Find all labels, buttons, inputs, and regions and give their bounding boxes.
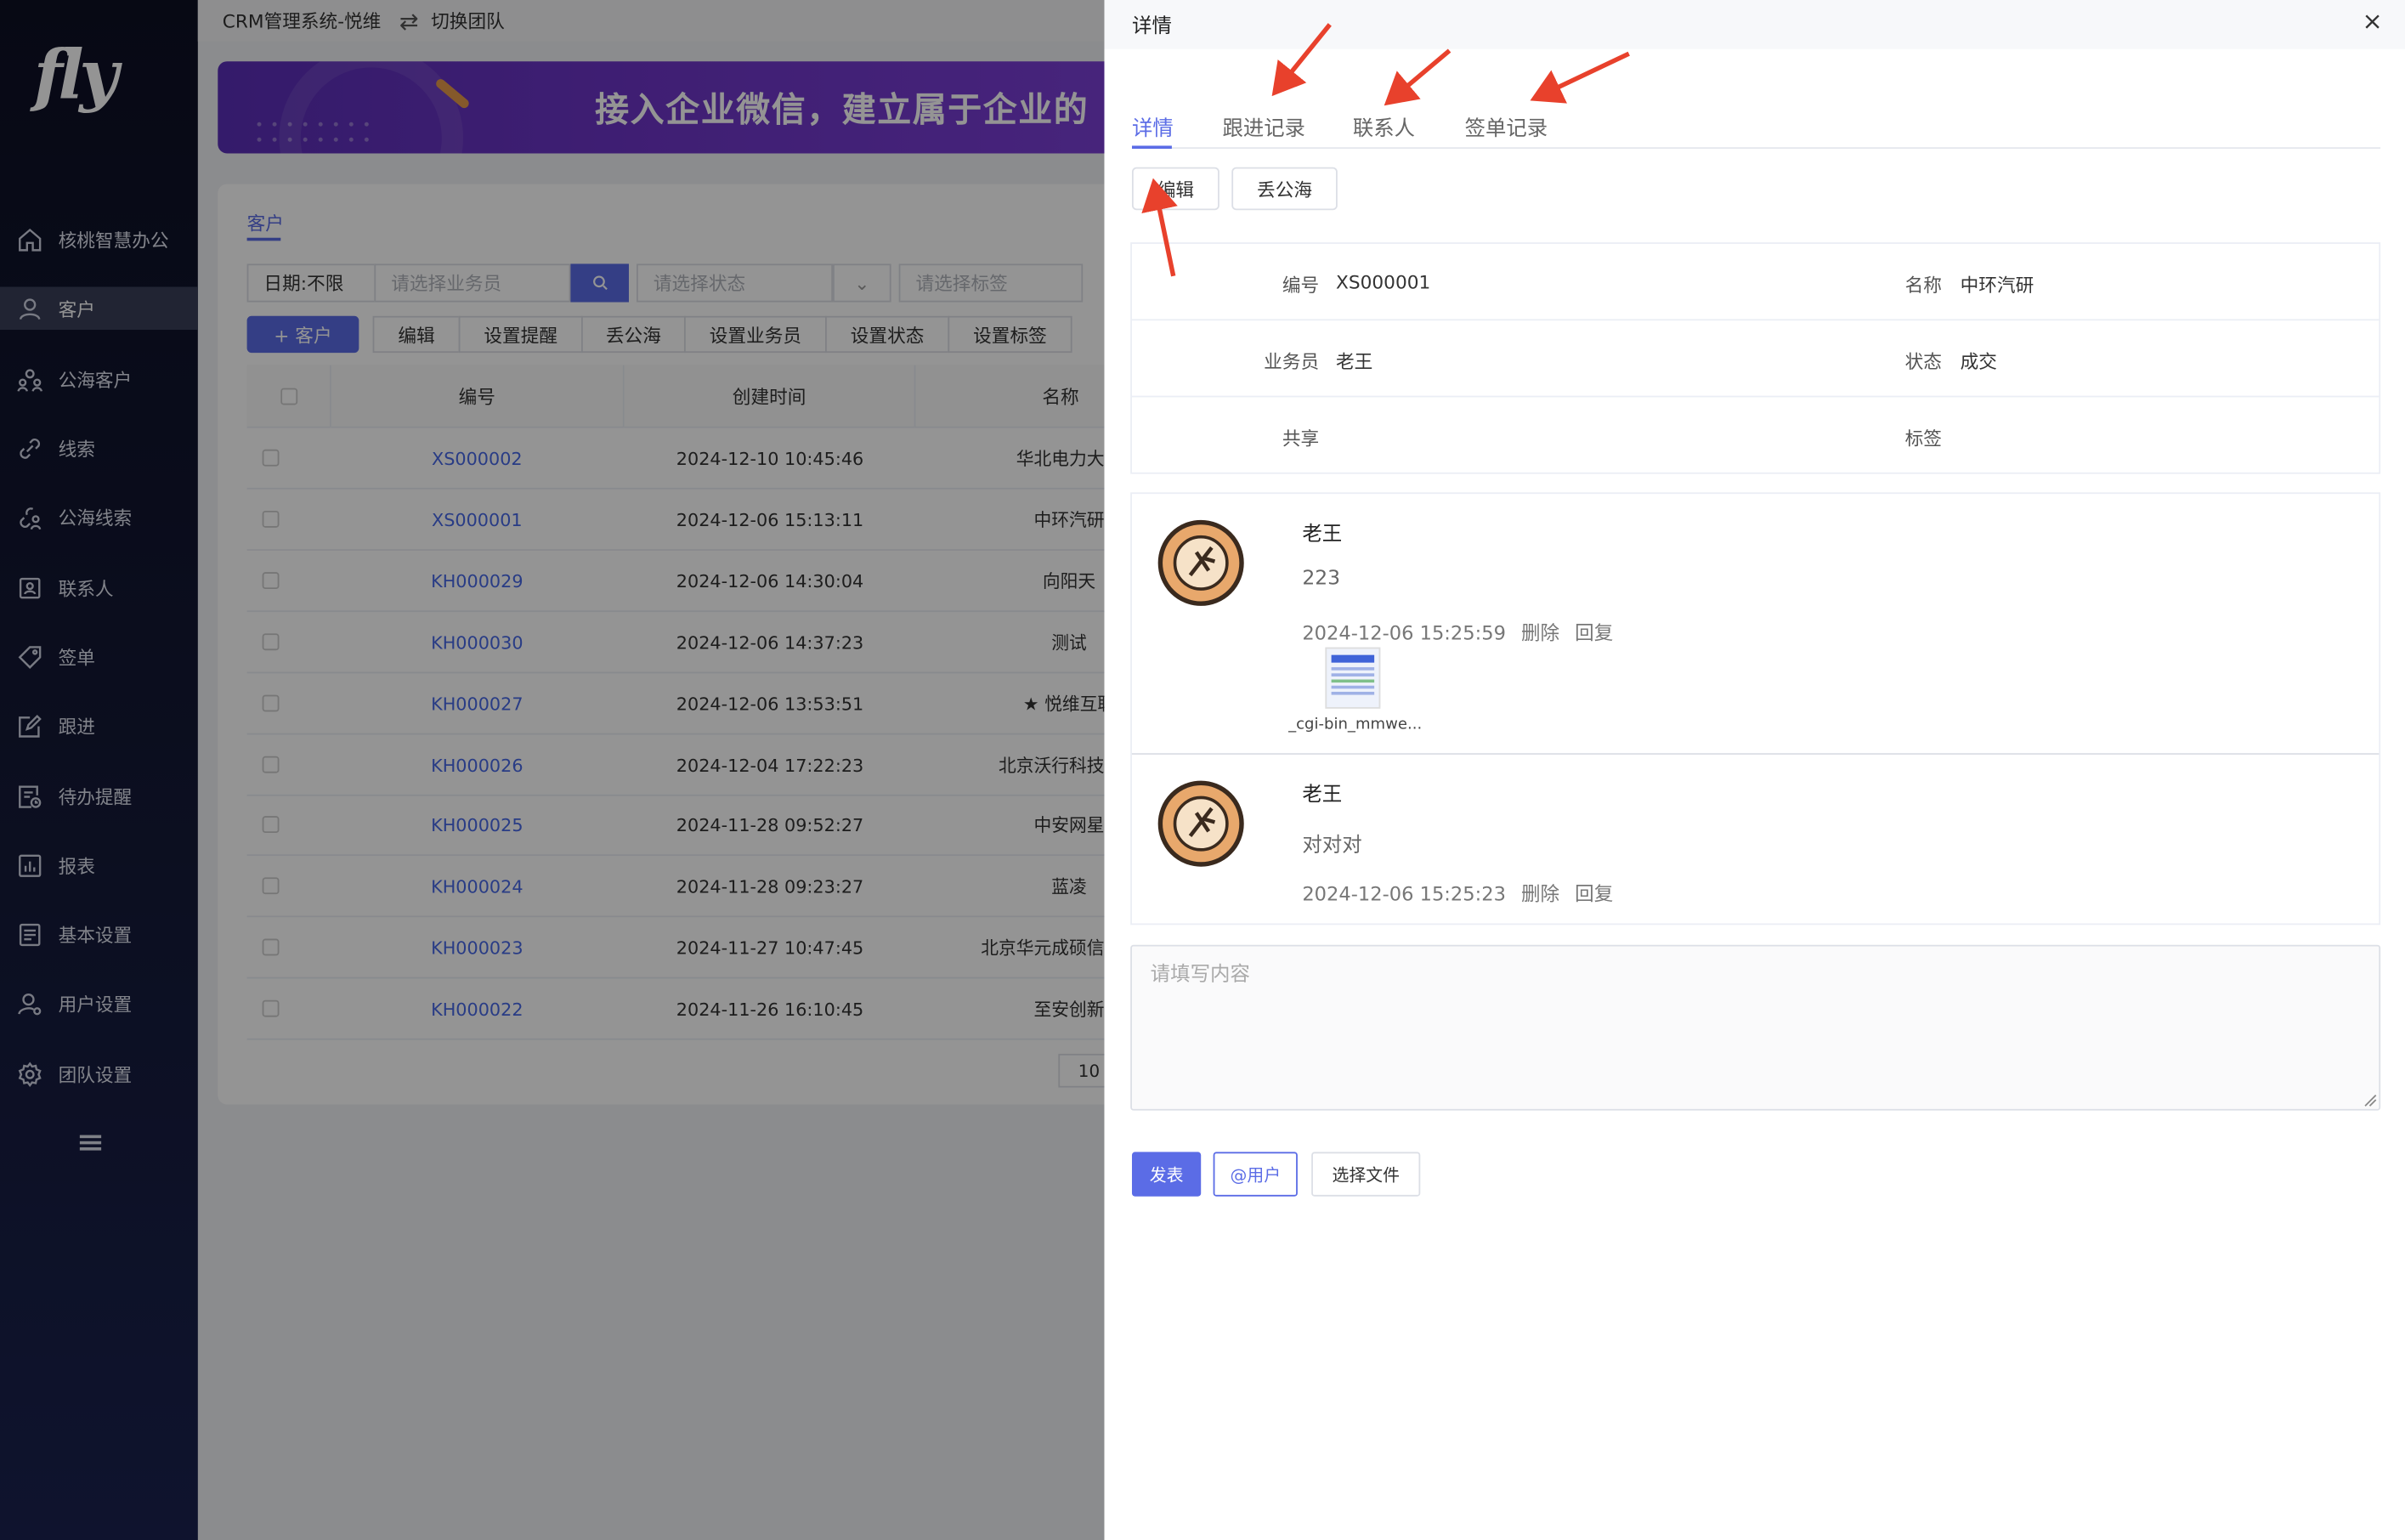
delete-link[interactable]: 删除 (1521, 621, 1559, 644)
salesman-value: 老王 (1336, 351, 1373, 373)
mention-user-button[interactable]: @用户 (1213, 1152, 1298, 1197)
status-label: 状态 (1904, 351, 1942, 373)
drawer-header: 详情 × (1104, 0, 2405, 49)
comment-divider (1131, 753, 2380, 755)
tag-label: 标签 (1904, 427, 1942, 450)
drawer-title: 详情 (1131, 15, 1172, 39)
tab-deal-records[interactable]: 签单记录 (1465, 110, 1548, 141)
comment-time: 2024-12-06 15:25:59 (1302, 620, 1506, 645)
comment-text: 对对对 (1302, 834, 1362, 858)
divider (1131, 395, 2380, 398)
share-label: 共享 (1282, 427, 1320, 450)
comment-time: 2024-12-06 15:25:23 (1302, 881, 1506, 905)
tab-contacts[interactable]: 联系人 (1353, 110, 1415, 141)
detail-drawer: 详情 × 详情 跟进记录 联系人 签单记录 编辑 丢公海 编号 XS000001… (1104, 0, 2405, 1540)
delete-link[interactable]: 删除 (1521, 882, 1559, 905)
attachment-filename[interactable]: _cgi-bin_mmwe... (1288, 716, 1422, 733)
customer-info-table: 编号 XS000001 名称 中环汽研 业务员 老王 状态 成交 共享 标签 (1130, 242, 2381, 474)
avatar (1157, 519, 1244, 606)
attachment-thumbnail[interactable] (1325, 647, 1381, 709)
choose-file-button[interactable]: 选择文件 (1311, 1152, 1421, 1197)
comment-text: 223 (1302, 567, 1341, 591)
tabs-divider (1131, 147, 2381, 150)
resize-handle-icon[interactable] (2363, 1094, 2377, 1107)
tab-active-indicator (1131, 145, 1172, 150)
id-label: 编号 (1282, 275, 1320, 297)
comment-author: 老王 (1302, 523, 1343, 546)
edit-customer-button[interactable]: 编辑 (1131, 167, 1219, 211)
divider (1131, 319, 2380, 321)
salesman-label: 业务员 (1264, 351, 1320, 373)
status-value: 成交 (1960, 351, 1997, 373)
name-value: 中环汽研 (1960, 275, 2034, 297)
close-icon[interactable]: × (2362, 6, 2382, 35)
comment-meta: 2024-12-06 15:25:59 删除 回复 (1302, 617, 1628, 646)
move-to-pool-button[interactable]: 丢公海 (1231, 167, 1338, 211)
id-value: XS000001 (1336, 271, 1431, 293)
comment-author: 老王 (1302, 784, 1343, 807)
comment-meta: 2024-12-06 15:25:23 删除 回复 (1302, 877, 1628, 906)
reply-link[interactable]: 回复 (1575, 882, 1613, 905)
name-label: 名称 (1904, 275, 1942, 297)
tab-follow-up-records[interactable]: 跟进记录 (1222, 110, 1304, 141)
comment-list: 老王 223 2024-12-06 15:25:59 删除 回复 _cgi-bin_… (1130, 492, 2381, 926)
reply-link[interactable]: 回复 (1575, 621, 1613, 644)
tab-details[interactable]: 详情 (1132, 110, 1174, 141)
comment-input[interactable]: 请填写内容 (1130, 944, 2381, 1111)
publish-button[interactable]: 发表 (1131, 1152, 1202, 1197)
avatar (1157, 780, 1244, 867)
modal-overlay[interactable] (0, 0, 1105, 1540)
